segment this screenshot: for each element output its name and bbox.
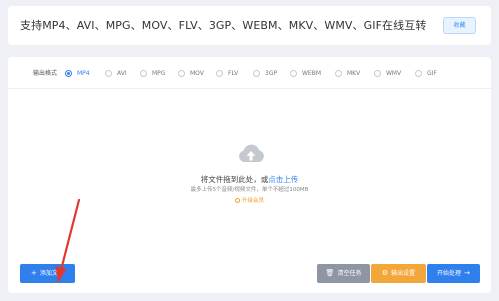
upgrade-icon: [234, 198, 240, 203]
format-option-label: MKV: [347, 69, 361, 77]
radio-icon: [216, 69, 223, 77]
file-drop-zone[interactable]: 将文件拖到此处，或点击上传 最多上传5个音频/视频文件，单个不超过100MB 升…: [8, 90, 491, 250]
drop-instruction: 将文件拖到此处，或点击上传: [8, 174, 491, 185]
radio-icon: [105, 69, 112, 77]
format-option-mov[interactable]: MOV: [178, 67, 204, 79]
radio-icon: [374, 69, 381, 77]
add-file-label: 添加文件: [39, 270, 64, 277]
upgrade-member-link[interactable]: 升级会员: [8, 196, 491, 204]
plus-icon: +: [31, 269, 37, 277]
format-option-mkv[interactable]: MKV: [335, 67, 360, 79]
format-option-label: MP4: [77, 69, 90, 77]
format-option-wmv[interactable]: WMV: [374, 67, 401, 79]
drop-instruction-text: 将文件拖到此处，或: [200, 175, 269, 184]
start-process-button[interactable]: 开始处理 →: [427, 264, 480, 283]
arrow-right-icon: →: [464, 269, 470, 277]
click-upload-link[interactable]: 点击上传: [268, 175, 298, 184]
format-option-label: GIF: [427, 69, 437, 77]
format-option-mp4[interactable]: MP4: [65, 67, 90, 79]
radio-icon: [65, 69, 72, 77]
radio-icon: [253, 69, 260, 77]
format-option-label: AVI: [117, 69, 127, 77]
format-option-label: WEBM: [302, 69, 322, 77]
format-option-label: 3GP: [265, 69, 278, 77]
format-option-label: FLV: [228, 69, 239, 77]
format-option-flv[interactable]: FLV: [216, 67, 238, 79]
clear-tasks-button[interactable]: 🗑 清空任务: [317, 264, 370, 283]
output-format-bar: 输出格式 MP4 AVI MPG MOV FLV 3GP WEBM MKV WM…: [8, 57, 491, 89]
output-settings-button[interactable]: ⚙ 输出设置: [371, 264, 426, 283]
format-option-mpg[interactable]: MPG: [140, 67, 165, 79]
radio-icon: [178, 69, 185, 77]
upgrade-member-label: 升级会员: [241, 198, 264, 204]
page-title: 支持MP4、AVI、MPG、MOV、FLV、3GP、WEBM、MKV、WMV、G…: [20, 19, 427, 32]
start-process-label: 开始处理: [437, 270, 462, 277]
radio-icon: [415, 69, 422, 77]
format-option-avi[interactable]: AVI: [105, 67, 127, 79]
format-option-label: MOV: [190, 69, 204, 77]
radio-icon: [140, 69, 147, 77]
collect-button[interactable]: 收藏: [443, 17, 476, 34]
output-format-label: 输出格式: [33, 70, 58, 77]
format-option-webm[interactable]: WEBM: [290, 67, 321, 79]
trash-icon: 🗑: [325, 269, 335, 277]
clear-tasks-label: 清空任务: [337, 270, 362, 277]
radio-icon: [290, 69, 297, 77]
add-file-button[interactable]: + 添加文件: [20, 264, 75, 283]
upload-limit-text: 最多上传5个音频/视频文件，单个不超过100MB: [190, 187, 309, 193]
gear-icon: ⚙: [381, 269, 389, 277]
radio-icon: [335, 69, 342, 77]
format-option-3gp[interactable]: 3GP: [253, 67, 277, 79]
converter-card: 输出格式 MP4 AVI MPG MOV FLV 3GP WEBM MKV WM…: [8, 57, 491, 293]
header-card: 支持MP4、AVI、MPG、MOV、FLV、3GP、WEBM、MKV、WMV、G…: [8, 6, 491, 45]
format-option-label: MPG: [152, 69, 166, 77]
output-settings-label: 输出设置: [391, 270, 416, 277]
format-option-label: WMV: [386, 69, 402, 77]
format-option-gif[interactable]: GIF: [415, 67, 437, 79]
cloud-upload-icon: [239, 144, 264, 162]
